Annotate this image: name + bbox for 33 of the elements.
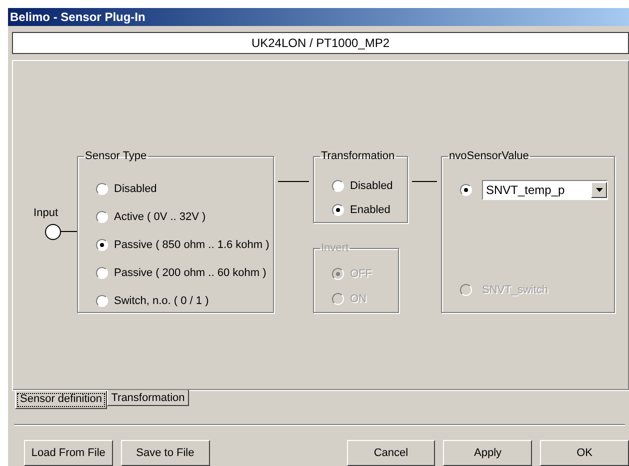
tab[interactable]: Transformation — [107, 390, 189, 406]
radio-button[interactable] — [96, 267, 108, 279]
dropdown[interactable]: SNVT_temp_p — [482, 180, 608, 200]
connector-line — [278, 181, 309, 182]
dialog-button[interactable]: Save to File — [120, 440, 210, 466]
group-title: nvoSensorValue — [448, 149, 530, 164]
radio-button[interactable] — [460, 184, 472, 196]
radio-label: Disabled — [350, 178, 393, 194]
radio-label: Disabled — [114, 182, 157, 197]
tab[interactable]: Sensor definition — [15, 391, 107, 410]
input-label: Input — [34, 206, 58, 221]
group-title: Invert — [320, 241, 350, 256]
connector-line — [61, 231, 77, 232]
group-title: Transformation — [320, 149, 396, 164]
window-title: Belimo - Sensor Plug-In — [8, 8, 629, 26]
device-field: UK24LON / PT1000_MP2 — [12, 32, 629, 54]
radio-label: Switch, n.o. ( 0 / 1 ) — [114, 294, 209, 309]
dialog-button[interactable]: OK — [540, 440, 629, 466]
radio-label: Passive ( 850 ohm .. 1.6 kohm ) — [114, 238, 270, 253]
dialog-button[interactable]: Apply — [443, 440, 532, 466]
radio-button[interactable] — [96, 211, 108, 223]
radio-button[interactable] — [332, 204, 344, 216]
connector-line — [412, 181, 437, 182]
radio-label: Active ( 0V .. 32V ) — [114, 210, 206, 225]
radio-button[interactable] — [332, 180, 344, 192]
radio-button[interactable] — [96, 239, 108, 251]
dialog-button[interactable]: Load From File — [24, 440, 113, 466]
radio-button[interactable] — [96, 183, 108, 195]
dialog-button[interactable]: Cancel — [346, 440, 436, 466]
radio-label: Passive ( 200 ohm .. 60 kohm ) — [114, 266, 266, 281]
radio-label: Enabled — [350, 202, 390, 218]
group-title: Sensor Type — [84, 149, 148, 164]
radio-button[interactable] — [96, 295, 108, 307]
